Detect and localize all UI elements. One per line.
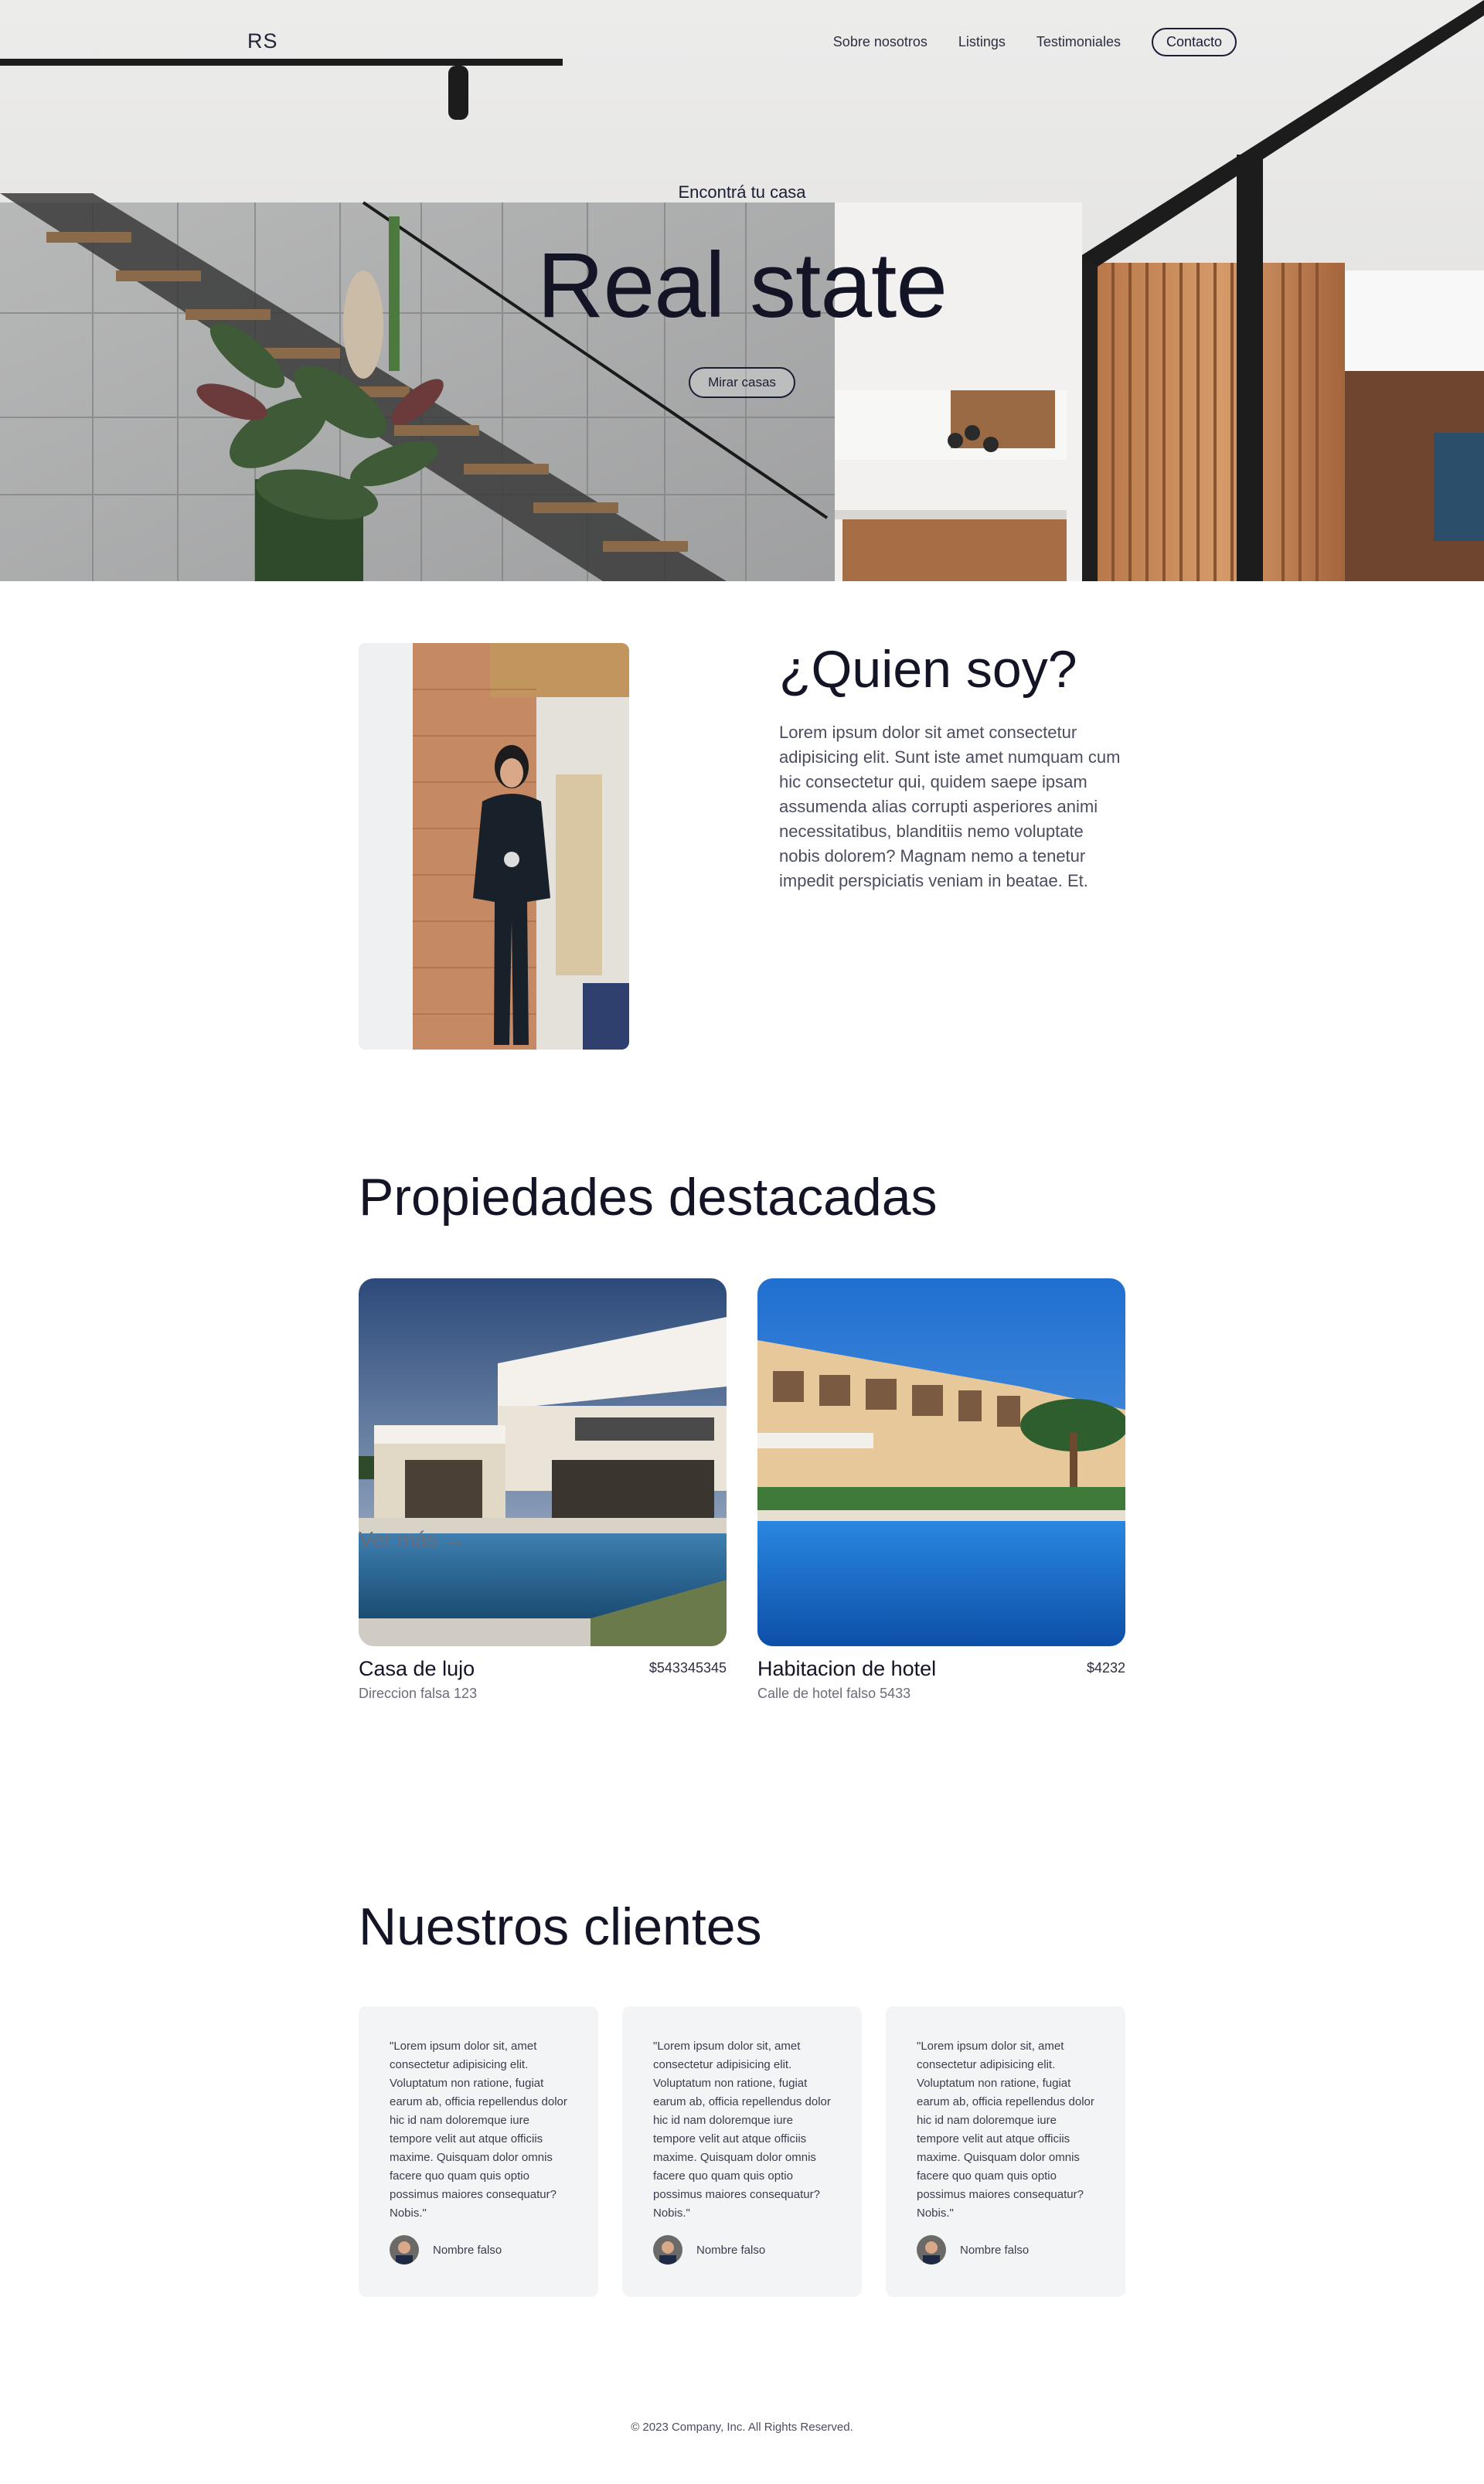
- nav-link-sobre-nosotros[interactable]: Sobre nosotros: [833, 34, 928, 50]
- hero-kicker: Encontrá tu casa: [678, 182, 806, 202]
- property-card[interactable]: Casa de lujo $543345345 Direccion falsa …: [359, 1278, 727, 1702]
- avatar: [917, 2235, 946, 2265]
- properties-section: Propiedades destacadas Casa de lujo $543…: [0, 1122, 1484, 1895]
- author-name: Nombre falso: [960, 2243, 1030, 2257]
- property-price: $4232: [1086, 1660, 1125, 1676]
- nav-links: Sobre nosotros Listings Testimoniales Co…: [833, 26, 1237, 57]
- about-body: Lorem ipsum dolor sit amet consectetur a…: [779, 723, 1121, 890]
- testimonial-author: Nombre falso: [653, 2235, 831, 2265]
- clients-section: Nuestros clientes "Lorem ipsum dolor sit…: [0, 1895, 1484, 2484]
- testimonial-quote: "Lorem ipsum dolor sit, amet consectetur…: [917, 2040, 1094, 2220]
- property-image-hotel-room[interactable]: [757, 1278, 1125, 1646]
- agent-photo: [359, 643, 629, 1050]
- avatar: [653, 2235, 682, 2265]
- property-price: $543345345: [648, 1660, 727, 1676]
- top-nav: RS Sobre nosotros Listings Testimoniales…: [0, 26, 1484, 60]
- author-name: Nombre falso: [696, 2243, 766, 2257]
- nav-link-testimoniales[interactable]: Testimoniales: [1036, 34, 1121, 50]
- clients-title: Nuestros clientes: [359, 1897, 762, 1956]
- hero-title: Real state: [536, 233, 948, 337]
- testimonial-card: "Lorem ipsum dolor sit, amet consectetur…: [622, 2006, 862, 2297]
- property-address: Direccion falsa 123: [359, 1686, 478, 1701]
- testimonial-author: Nombre falso: [917, 2235, 1094, 2265]
- nav-link-listings[interactable]: Listings: [958, 34, 1006, 50]
- properties-title: Propiedades destacadas: [359, 1168, 938, 1227]
- testimonial-quote: "Lorem ipsum dolor sit, amet consectetur…: [390, 2040, 567, 2220]
- testimonial-quote: "Lorem ipsum dolor sit, amet consectetur…: [653, 2040, 831, 2220]
- avatar: [390, 2235, 419, 2265]
- property-name[interactable]: Habitacion de hotel: [757, 1657, 936, 1681]
- property-image-luxury-house[interactable]: [359, 1278, 727, 1646]
- about-section: ¿Quien soy? Lorem ipsum dolor sit amet c…: [0, 581, 1484, 1122]
- author-name: Nombre falso: [433, 2243, 502, 2257]
- footer-copyright: © 2023 Company, Inc. All Rights Reserved…: [631, 2421, 853, 2434]
- view-houses-button[interactable]: Mirar casas: [689, 367, 795, 398]
- about-title: ¿Quien soy?: [779, 640, 1077, 699]
- property-card[interactable]: Habitacion de hotel $4232 Calle de hotel…: [757, 1278, 1125, 1702]
- hero-section: RS Sobre nosotros Listings Testimoniales…: [0, 0, 1484, 581]
- contact-button[interactable]: Contacto: [1151, 27, 1237, 56]
- property-name[interactable]: Casa de lujo: [359, 1657, 475, 1681]
- property-address: Calle de hotel falso 5433: [757, 1686, 911, 1701]
- testimonial-card: "Lorem ipsum dolor sit, amet consectetur…: [886, 2006, 1125, 2297]
- testimonial-author: Nombre falso: [390, 2235, 567, 2265]
- logo[interactable]: RS: [247, 29, 278, 53]
- see-more-link[interactable]: Ver más →: [359, 1527, 465, 1552]
- testimonial-card: "Lorem ipsum dolor sit, amet consectetur…: [359, 2006, 598, 2297]
